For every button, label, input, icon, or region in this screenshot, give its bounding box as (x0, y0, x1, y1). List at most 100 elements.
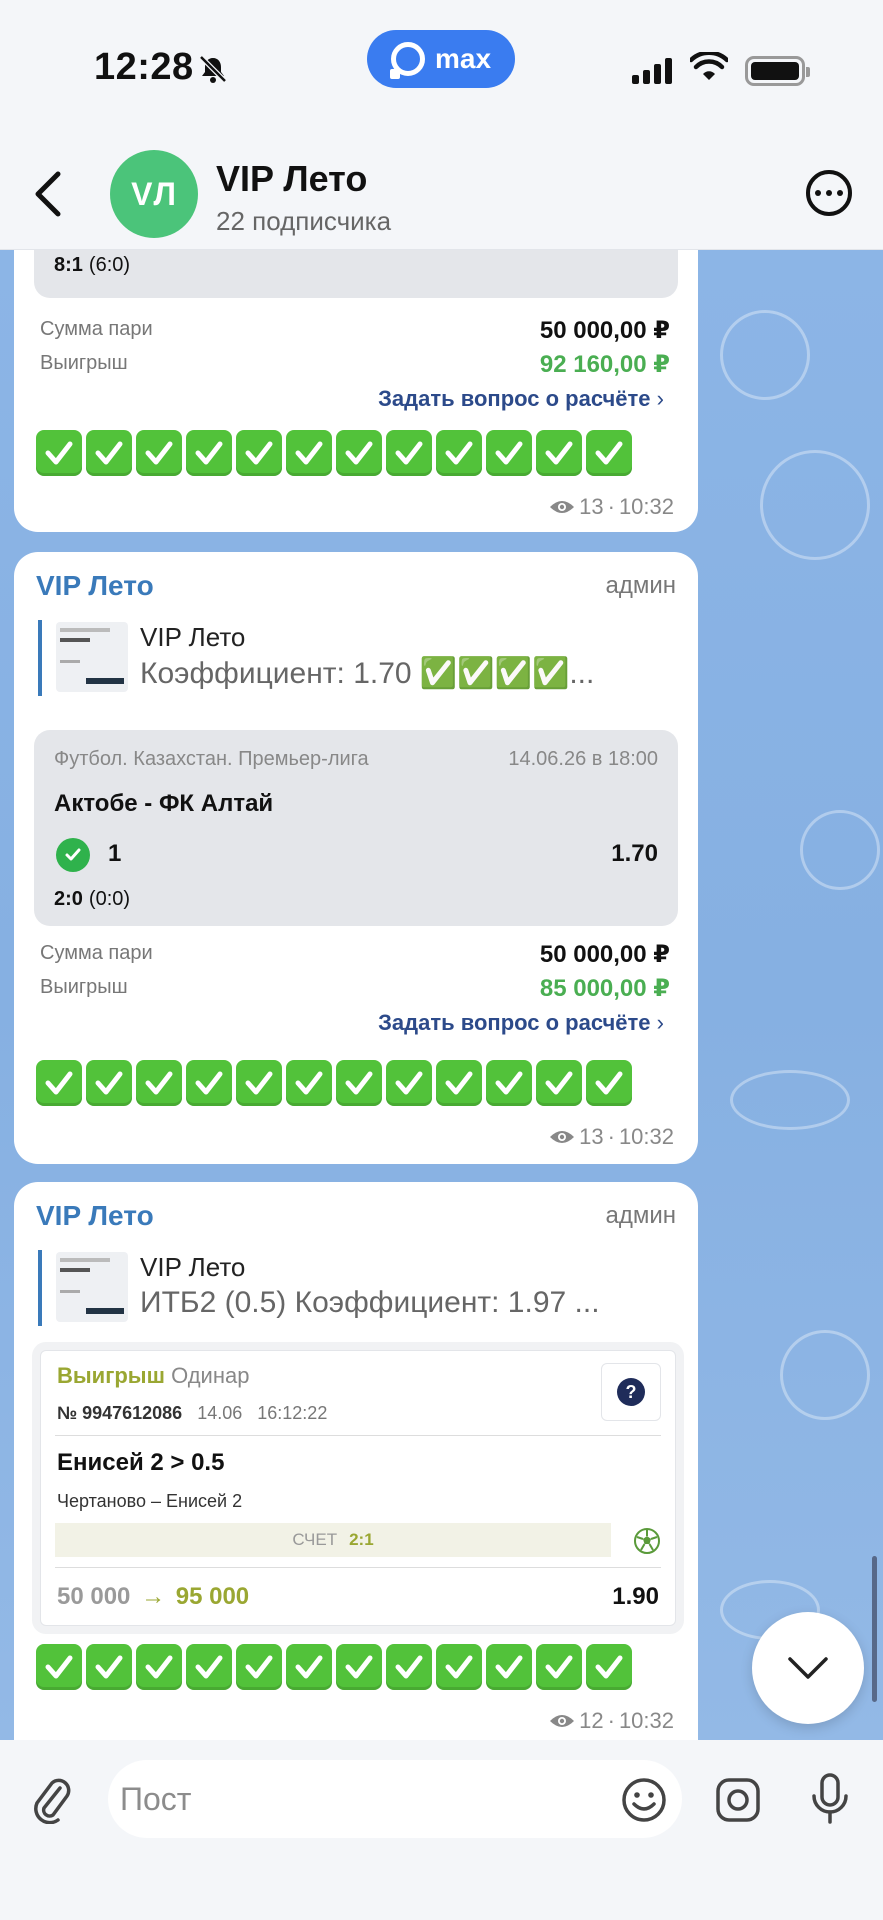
camera-icon[interactable] (714, 1776, 762, 1824)
check-mark-emoji-icon (136, 1644, 182, 1690)
arrow-icon: → (141, 1583, 166, 1610)
ask-about-settlement-link[interactable]: Задать вопрос о расчёте (378, 386, 664, 412)
quote-thumbnail (56, 1252, 128, 1322)
divider (55, 1567, 661, 1568)
view-count: 12 (579, 1708, 604, 1733)
wifi-icon (690, 52, 728, 80)
bet-ticket-image[interactable]: Выигрыш Одинар № 9947612086 14.06 16:12:… (40, 1350, 676, 1626)
more-options-icon[interactable] (806, 170, 852, 216)
check-mark-emoji-icon (36, 1644, 82, 1690)
emoji-icon[interactable] (620, 1776, 668, 1824)
check-mark-emoji-icon (286, 430, 332, 476)
sender-name[interactable]: VIP Лето (36, 570, 154, 602)
check-mark-emoji-icon (336, 1060, 382, 1106)
sender-name[interactable]: VIP Лето (36, 1200, 154, 1232)
ticket-clock: 16:12:22 (257, 1403, 328, 1423)
ticket-amount: 50 000 → 95 000 (57, 1583, 249, 1611)
quote-text: Коэффициент: 1.70 ✅✅✅✅... (140, 657, 595, 690)
score-label: СЧЕТ (292, 1530, 338, 1549)
quote-title: VIP Лето (140, 622, 246, 652)
admin-badge: админ (605, 572, 676, 599)
stake-label: Сумма пари (40, 318, 153, 340)
view-count: 13 (579, 494, 604, 519)
won-check-icon (56, 838, 90, 872)
eye-icon (550, 501, 575, 513)
ticket-status: Выигрыш Одинар (57, 1363, 249, 1389)
check-mark-emoji-icon (186, 1060, 232, 1106)
admin-badge: админ (605, 1202, 676, 1229)
check-mark-emoji-icon (486, 1060, 532, 1106)
ask-about-settlement-link[interactable]: Задать вопрос о расчёте (378, 1010, 664, 1036)
check-mark-emoji-icon (186, 430, 232, 476)
max-app-pill[interactable]: max (367, 30, 515, 88)
win-value: 85 000,00 ₽ (539, 975, 670, 1002)
top-bar: 12:28 max VЛ VIP Лето 22 подписчика (0, 0, 883, 250)
quote-title: VIP Лето (140, 1252, 246, 1282)
check-mark-emoji-icon (36, 430, 82, 476)
ticket-odds: 1.90 (612, 1583, 659, 1610)
check-mark-emoji-icon (136, 430, 182, 476)
battery-icon (745, 56, 810, 86)
meta-separator: · (607, 1124, 615, 1149)
check-mark-row (36, 1060, 632, 1106)
message-meta: 13 · 10:32 (549, 494, 674, 520)
message-bubble[interactable]: VIP Лето админ VIP Лето Коэффициент: 1.7… (14, 552, 698, 1164)
check-mark-emoji-icon (436, 1644, 482, 1690)
message-bubble[interactable]: 8:1 (6:0) Сумма пари 50 000,00 ₽ Выигрыш … (14, 230, 698, 532)
bet-date: 14.06.26 в 18:00 (508, 748, 658, 770)
ticket-pick: Енисей 2 > 0.5 (57, 1449, 225, 1476)
reply-quote[interactable]: VIP Лето ИТБ2 (0.5) Коэффициент: 1.97 ..… (38, 1250, 638, 1326)
check-mark-emoji-icon (586, 1644, 632, 1690)
max-logo-icon (389, 42, 425, 79)
check-mark-emoji-icon (186, 1644, 232, 1690)
ticket-status-win: Выигрыш (57, 1363, 165, 1388)
check-mark-row (36, 1644, 632, 1690)
check-mark-emoji-icon (286, 1644, 332, 1690)
check-mark-emoji-icon (336, 1644, 382, 1690)
message-time: 10:32 (618, 1124, 674, 1149)
check-mark-emoji-icon (386, 430, 432, 476)
meta-separator: · (607, 1708, 615, 1733)
check-mark-emoji-icon (486, 1644, 532, 1690)
scroll-to-bottom-button[interactable] (752, 1612, 864, 1724)
win-value: 92 160,00 ₽ (539, 351, 670, 378)
soccer-ball-icon (634, 1528, 660, 1554)
check-mark-emoji-icon (436, 1060, 482, 1106)
check-mark-emoji-icon (136, 1060, 182, 1106)
bet-match: Актобе - ФК Алтай (54, 790, 274, 817)
check-mark-emoji-icon (586, 1060, 632, 1106)
bet-odds: 1.70 (611, 840, 658, 867)
bet-score: 8:1 (6:0) (54, 254, 131, 276)
ticket-number: № 9947612086 (57, 1403, 183, 1423)
cellular-signal-icon (632, 58, 672, 84)
chevron-down-icon (788, 1657, 828, 1679)
ticket-date: 14.06 (197, 1403, 243, 1423)
check-mark-emoji-icon (286, 1060, 332, 1106)
scrollbar[interactable] (872, 1556, 877, 1702)
message-bubble[interactable]: VIP Лето админ VIP Лето ИТБ2 (0.5) Коэфф… (14, 1182, 698, 1740)
check-mark-emoji-icon (486, 430, 532, 476)
divider (55, 1435, 661, 1436)
bet-score: 2:0 (0:0) (54, 888, 131, 910)
ticket-payout: 95 000 (175, 1583, 250, 1610)
check-mark-emoji-icon (36, 1060, 82, 1106)
bet-pick: 1 (108, 840, 122, 867)
microphone-icon[interactable] (808, 1772, 852, 1826)
paperclip-icon[interactable] (30, 1774, 74, 1824)
stake-value: 50 000,00 ₽ (539, 941, 670, 968)
eye-icon (550, 1715, 575, 1727)
back-arrow-icon[interactable] (28, 170, 68, 218)
check-mark-emoji-icon (86, 1644, 132, 1690)
stake-label: Сумма пари (40, 942, 153, 964)
ticket-number-row: № 9947612086 14.06 16:12:22 (57, 1403, 327, 1424)
composer-bar (0, 1740, 883, 1920)
bet-card: Футбол. Казахстан. Премьер-лига 14.06.26… (34, 730, 678, 926)
message-time: 10:32 (618, 494, 674, 519)
ticket-score-bar: СЧЕТ 2:1 (55, 1523, 611, 1557)
win-label: Выигрыш (40, 352, 128, 374)
chat-title[interactable]: VIP Лето (216, 158, 367, 200)
reply-quote[interactable]: VIP Лето Коэффициент: 1.70 ✅✅✅✅... (38, 620, 638, 696)
check-mark-emoji-icon (236, 430, 282, 476)
channel-avatar[interactable]: VЛ (110, 150, 198, 238)
post-input[interactable] (108, 1760, 682, 1838)
